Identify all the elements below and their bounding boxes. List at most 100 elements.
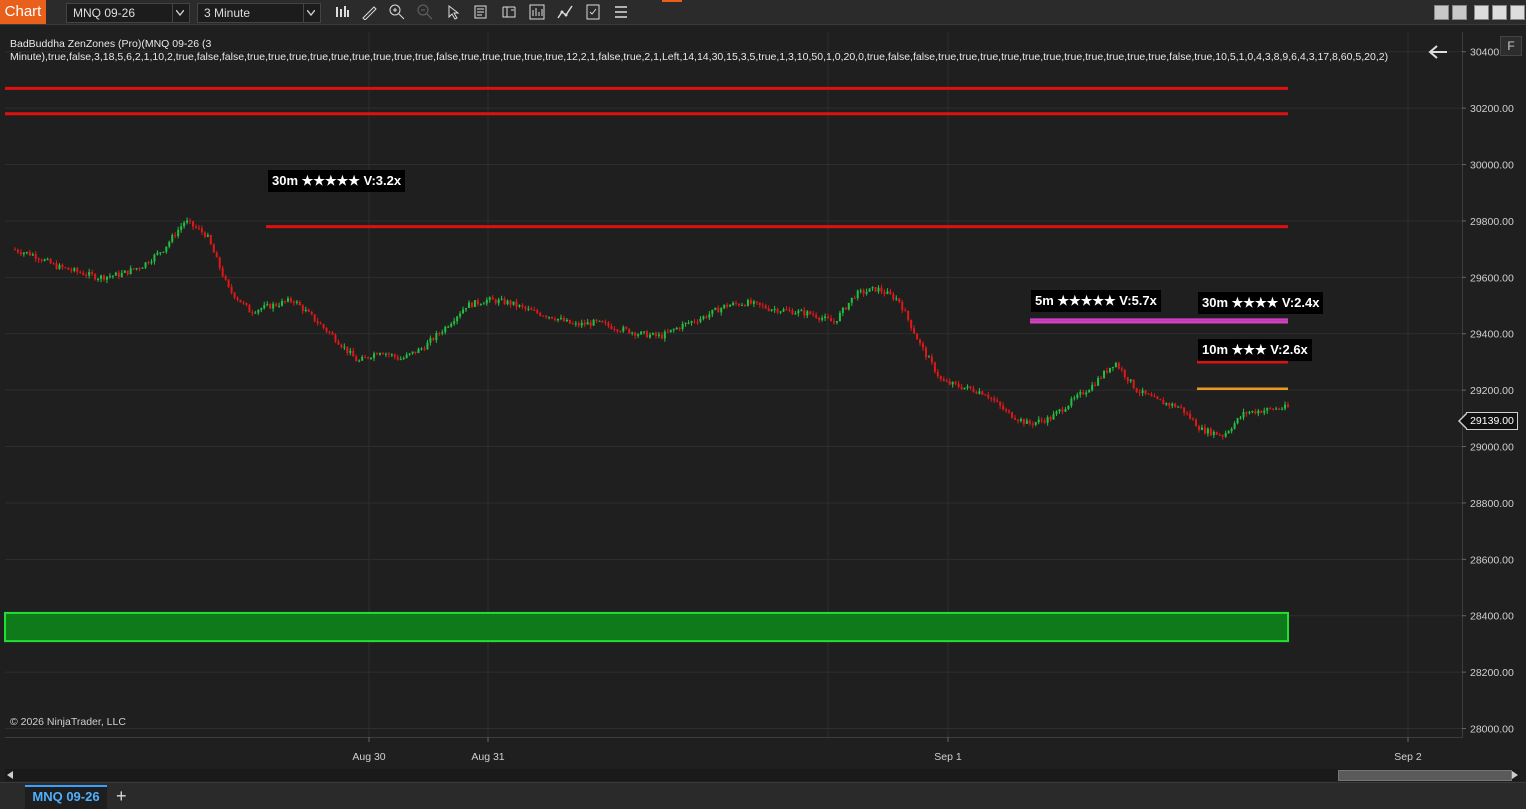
candle-body <box>758 302 761 305</box>
candle-body <box>987 394 990 398</box>
candle-body <box>904 310 907 312</box>
scroll-right-icon[interactable] <box>1512 771 1518 779</box>
candle-body <box>147 262 150 264</box>
candle-body <box>838 312 841 322</box>
candle-body <box>491 297 494 300</box>
zone-label-3: 30m ★★★★ V:2.4x <box>1198 292 1324 314</box>
candle-body <box>396 356 399 360</box>
candle-body <box>830 318 833 322</box>
candle-body <box>580 322 583 326</box>
candle-body <box>1034 422 1037 425</box>
zone-label-2: 5m ★★★★★ V:5.7x <box>1031 290 1161 312</box>
candle-body <box>859 290 862 292</box>
candle-body <box>1108 367 1111 373</box>
horizontal-scrollbar[interactable] <box>5 769 1520 781</box>
candle-body <box>651 332 654 335</box>
candle-body <box>465 307 468 310</box>
y-tick-label: 29600.00 <box>1470 272 1514 284</box>
candle-body <box>1070 398 1073 406</box>
back-arrow-icon[interactable] <box>1428 44 1448 60</box>
candle-body <box>568 319 571 324</box>
candle-body <box>61 264 64 268</box>
candle-body <box>316 321 319 324</box>
candle-body <box>1174 403 1177 408</box>
price-chart[interactable]: 30400.0030200.0030000.0029800.0029600.00… <box>0 0 1526 808</box>
candle-body <box>643 331 646 333</box>
tab-mnq[interactable]: MNQ 09-26 <box>25 785 107 809</box>
candle-body <box>278 305 281 307</box>
candle-body <box>853 297 856 299</box>
candle-body <box>1236 418 1239 424</box>
candle-body <box>607 322 610 326</box>
candle-body <box>16 249 19 253</box>
candle-body <box>1177 406 1180 408</box>
f-button[interactable]: F <box>1500 36 1522 56</box>
candle-body <box>1230 428 1233 432</box>
candle-body <box>334 334 337 342</box>
candle-body <box>64 267 67 269</box>
candle-body <box>1037 419 1040 423</box>
candle-body <box>473 300 476 308</box>
candle-body <box>1043 420 1046 423</box>
candle-body <box>1002 405 1005 410</box>
candle-body <box>1206 428 1209 434</box>
scrollbar-thumb[interactable] <box>1338 770 1512 781</box>
candle-body <box>40 259 43 261</box>
candle-body <box>740 304 743 306</box>
candle-body <box>79 271 82 273</box>
candle-body <box>1183 407 1186 413</box>
candle-body <box>835 321 838 323</box>
candle-body <box>922 343 925 348</box>
candle-body <box>699 318 702 322</box>
candle-body <box>1100 377 1103 379</box>
candle-body <box>245 302 248 306</box>
candle-body <box>272 303 275 309</box>
candle-body <box>304 309 307 311</box>
candle-body <box>871 287 874 289</box>
indicator-label: BadBuddha ZenZones (Pro)(MNQ 09-26 (3 Mi… <box>10 38 1390 64</box>
candle-body <box>1094 384 1097 386</box>
add-tab-button[interactable]: + <box>116 786 127 806</box>
candle-body <box>364 357 367 359</box>
candle-body <box>939 376 942 379</box>
candle-body <box>693 321 696 323</box>
candle-body <box>788 309 791 311</box>
candle-body <box>880 287 883 292</box>
candle-body <box>818 317 821 320</box>
candle-body <box>355 356 358 362</box>
zone-label-1: 30m ★★★★★ V:3.2x <box>268 170 406 192</box>
candle-body <box>850 297 853 303</box>
candle-body <box>1269 408 1272 410</box>
candle-body <box>257 309 260 313</box>
scroll-left-icon[interactable] <box>7 771 13 779</box>
candle-body <box>19 252 22 255</box>
candle-body <box>497 299 500 304</box>
candle-body <box>1275 408 1278 410</box>
candle-body <box>794 313 797 315</box>
candle-body <box>509 300 512 305</box>
candle-body <box>779 311 782 313</box>
candle-body <box>248 305 251 313</box>
candle-body <box>723 304 726 309</box>
candle-body <box>589 322 592 326</box>
candle-body <box>266 303 269 306</box>
candle-body <box>616 329 619 332</box>
candle-body <box>729 305 732 307</box>
candle-body <box>809 311 812 314</box>
candle-body <box>815 314 818 318</box>
candle-body <box>435 333 438 340</box>
candle-body <box>242 302 245 304</box>
candle-body <box>1046 417 1049 423</box>
y-tick-label: 28200.00 <box>1470 667 1514 679</box>
candle-body <box>1049 417 1052 420</box>
candle-body <box>426 342 429 350</box>
candle-body <box>1186 412 1189 414</box>
candle-body <box>159 252 162 254</box>
candle-body <box>1091 384 1094 391</box>
candle-body <box>1192 418 1195 420</box>
candle-body <box>470 302 473 308</box>
candle-body <box>1011 412 1014 419</box>
candle-body <box>402 357 405 360</box>
candle-body <box>927 356 930 358</box>
candle-body <box>444 326 447 333</box>
